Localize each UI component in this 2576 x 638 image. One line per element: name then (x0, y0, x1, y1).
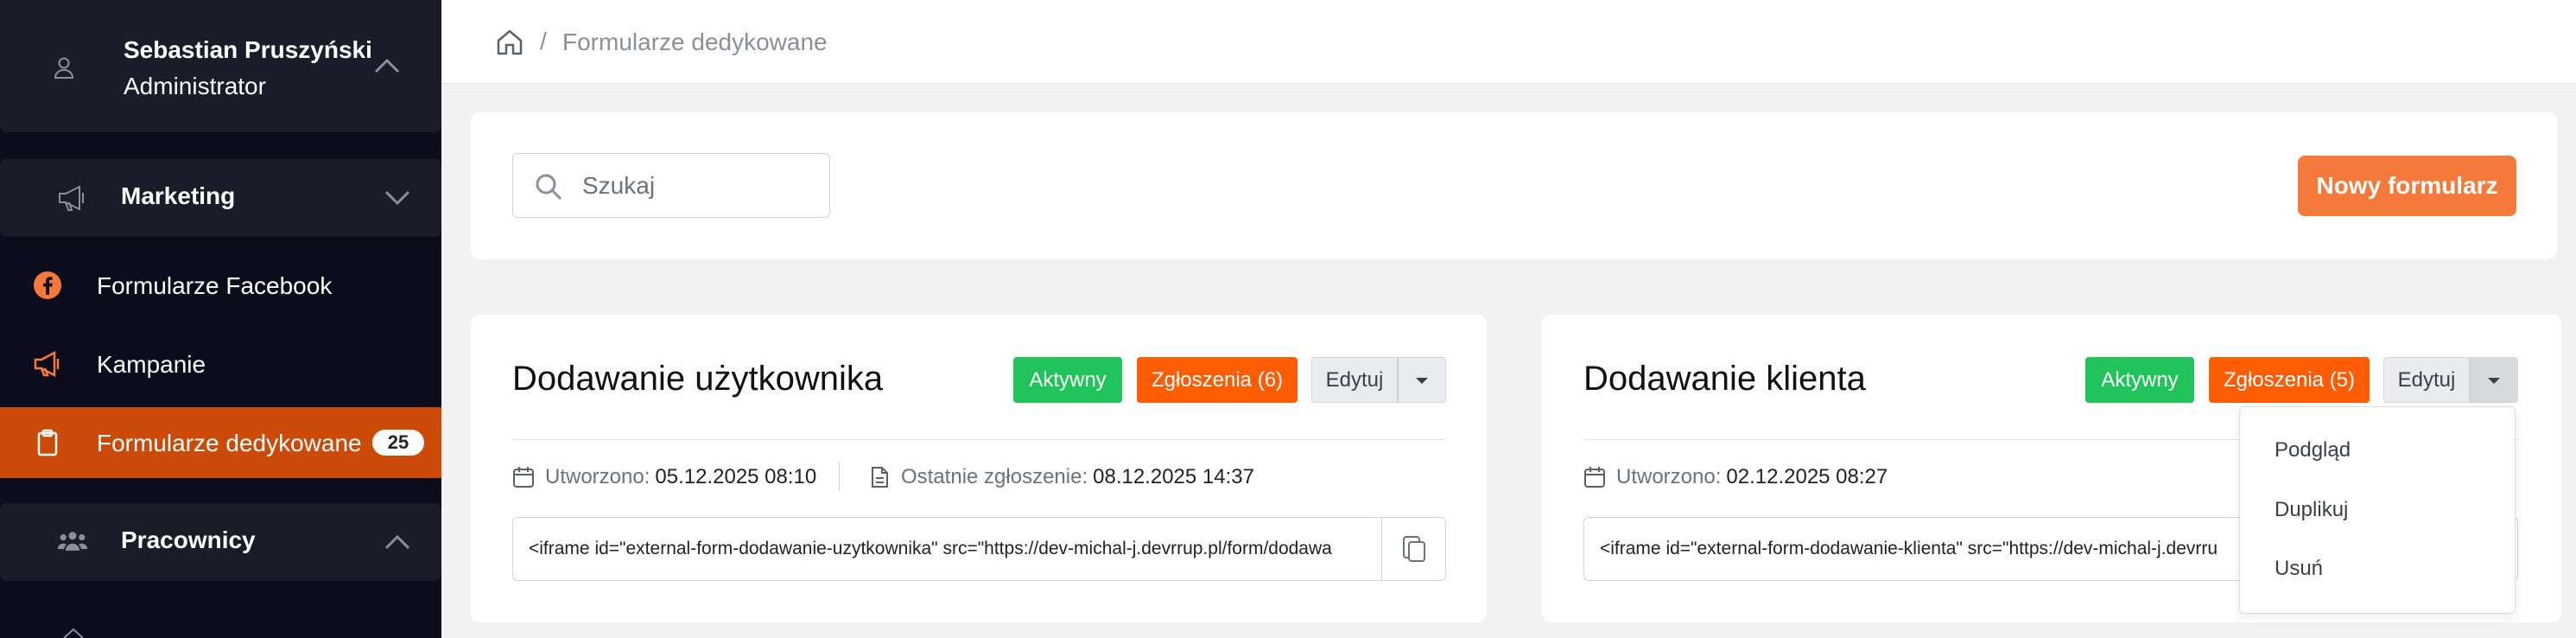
chevron-up-icon[interactable] (384, 533, 411, 551)
last-submission-info: Ostatnie zgłoszenie: 08.12.2025 14:37 (868, 462, 1254, 493)
partial-icon (63, 628, 84, 638)
top-bar: / Formularze dedykowane (441, 0, 2576, 84)
sidebar-item-formularze-facebook[interactable]: Formularze Facebook (0, 250, 441, 321)
chevron-down-icon[interactable] (384, 189, 411, 207)
edit-button[interactable]: Edytuj (1311, 357, 1398, 403)
sidebar-section-label: Pracownicy (121, 526, 256, 553)
edit-button[interactable]: Edytuj (2383, 357, 2470, 403)
users-icon (57, 532, 88, 551)
meta-separator (839, 462, 840, 491)
menu-item-preview[interactable]: Podgląd (2275, 438, 2351, 463)
document-icon (872, 467, 888, 488)
new-form-button[interactable]: Nowy formularz (2298, 156, 2516, 216)
submissions-button[interactable]: Zgłoszenia (6) (1137, 357, 1298, 403)
search-icon (536, 174, 562, 201)
created-label: Utworzono: (545, 465, 650, 488)
sidebar-section-marketing[interactable]: Marketing (0, 159, 441, 237)
user-icon (54, 57, 74, 79)
edit-dropdown-toggle[interactable] (2470, 357, 2518, 403)
sidebar: Sebastian Pruszyński Administrator Marke… (0, 0, 441, 638)
last-submission-label: Ostatnie zgłoszenie: (901, 465, 1088, 488)
created-info: Utworzono: 05.12.2025 08:10 (512, 462, 816, 493)
embed-code[interactable]: <iframe id="external-form-dodawanie-uzyt… (529, 539, 1376, 559)
sidebar-section-label: Marketing (121, 182, 236, 209)
facebook-icon (34, 271, 61, 299)
calendar-icon (513, 467, 534, 488)
status-button[interactable]: Aktywny (2085, 357, 2194, 403)
chevron-up-icon[interactable] (373, 57, 401, 74)
user-card[interactable]: Sebastian Pruszyński Administrator (0, 0, 441, 132)
form-title: Dodawanie użytkownika (512, 360, 884, 398)
submissions-button[interactable]: Zgłoszenia (5) (2209, 357, 2370, 403)
status-button[interactable]: Aktywny (1013, 357, 1122, 403)
sidebar-item-label: Formularze dedykowane (97, 430, 362, 456)
menu-item-duplicate[interactable]: Duplikuj (2275, 498, 2348, 522)
user-name: Sebastian Pruszyński (124, 36, 372, 63)
breadcrumb-current: Formularze dedykowane (562, 29, 828, 55)
sidebar-item-formularze-dedykowane[interactable]: Formularze dedykowane 25 (0, 407, 441, 478)
created-info: Utworzono: 02.12.2025 08:27 (1583, 462, 1888, 493)
megaphone-icon (59, 185, 84, 211)
copy-button[interactable] (1381, 518, 1445, 580)
created-label: Utworzono: (1616, 465, 1722, 488)
count-badge: 25 (372, 430, 424, 456)
caret-down-icon (2488, 377, 2500, 384)
sidebar-item-kampanie[interactable]: Kampanie (0, 329, 441, 399)
toolbar-card: Nowy formularz (471, 112, 2557, 259)
clipboard-icon (37, 429, 58, 456)
breadcrumb-separator: / (540, 28, 547, 54)
megaphone-icon (34, 350, 60, 378)
created-value: 05.12.2025 08:10 (655, 465, 817, 488)
sidebar-section-pracownicy[interactable]: Pracownicy (0, 503, 441, 581)
sidebar-item-label: Formularze Facebook (97, 272, 333, 299)
search-box[interactable] (512, 153, 830, 218)
search-input[interactable] (582, 166, 815, 206)
embed-code-field[interactable]: <iframe id="external-form-dodawanie-uzyt… (512, 517, 1446, 581)
created-value: 02.12.2025 08:27 (1726, 465, 1888, 488)
caret-down-icon (1416, 377, 1428, 384)
copy-icon (1403, 536, 1425, 562)
calendar-icon (1584, 467, 1605, 488)
edit-dropdown-menu: Podgląd Duplikuj Usuń (2239, 406, 2516, 614)
form-card: Dodawanie użytkownika Aktywny Zgłoszenia… (471, 315, 1487, 622)
user-role: Administrator (124, 73, 266, 99)
last-submission-value: 08.12.2025 14:37 (1093, 465, 1254, 488)
divider (512, 439, 1446, 440)
sidebar-item-label: Kampanie (97, 351, 206, 378)
home-icon[interactable] (495, 28, 524, 57)
edit-dropdown-toggle[interactable] (1398, 357, 1446, 403)
menu-item-delete[interactable]: Usuń (2275, 557, 2323, 581)
form-title: Dodawanie klienta (1583, 360, 1866, 398)
